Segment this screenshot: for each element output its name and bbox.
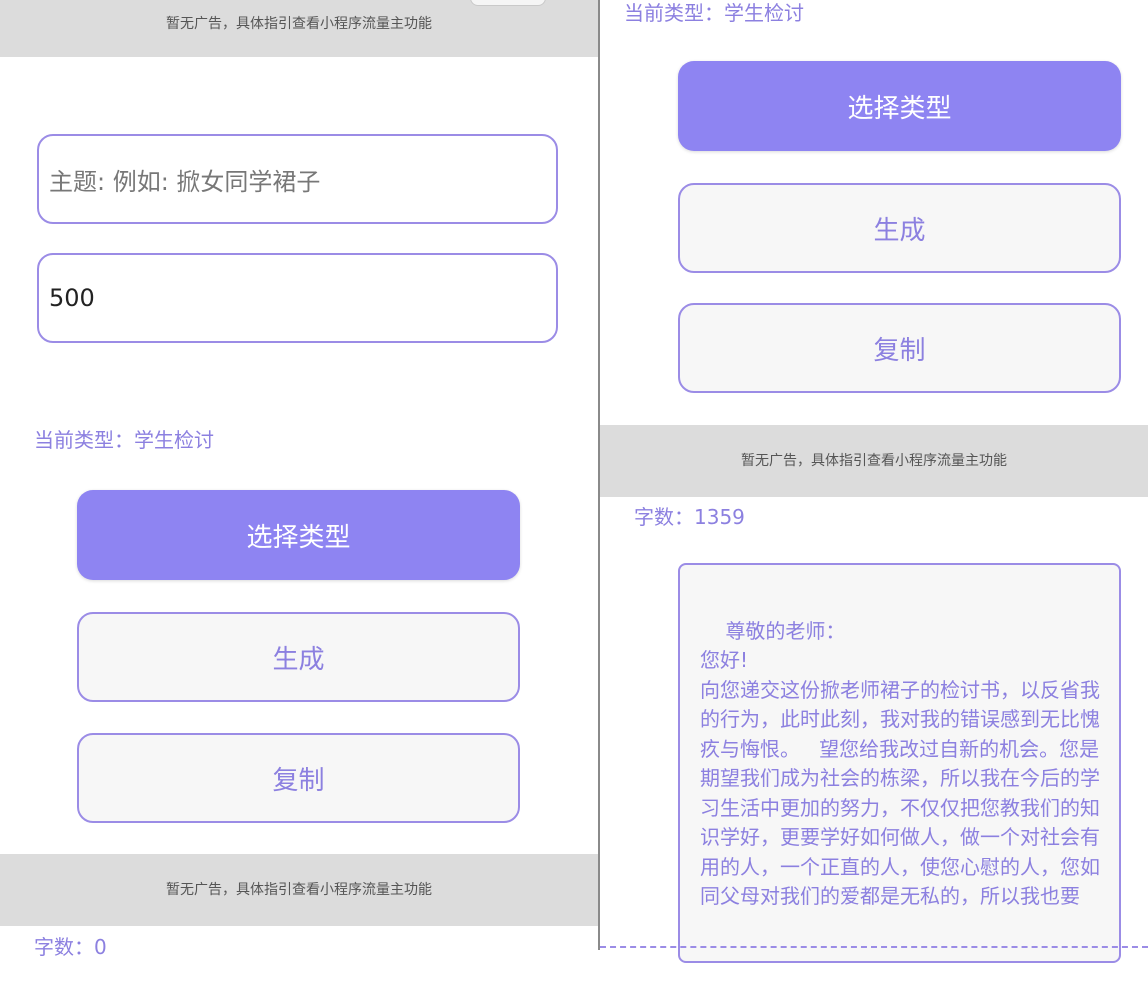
left-screen: 暂无广告，具体指引查看小程序流量主功能 主题: 例如: 掀女同学裙子 500 当… (0, 0, 598, 1000)
top-corner-button[interactable] (470, 0, 546, 6)
topic-input[interactable]: 主题: 例如: 掀女同学裙子 (37, 134, 558, 224)
select-type-button[interactable]: 选择类型 (77, 490, 520, 580)
ad-banner-text: 暂无广告，具体指引查看小程序流量主功能 (166, 882, 432, 898)
result-text-area[interactable]: 尊敬的老师： 您好! 向您递交这份掀老师裙子的检讨书，以反省我的行为，此时此刻，… (678, 563, 1121, 963)
right-screen: 当前类型：学生检讨 选择类型 生成 复制 暂无广告，具体指引查看小程序流量主功能… (600, 0, 1148, 1000)
ad-banner-bottom: 暂无广告，具体指引查看小程序流量主功能 (0, 854, 598, 926)
generate-button[interactable]: 生成 (678, 183, 1121, 273)
ad-banner-text: 暂无广告，具体指引查看小程序流量主功能 (741, 453, 1007, 469)
scroll-boundary-line (600, 946, 1148, 948)
copy-button[interactable]: 复制 (678, 303, 1121, 393)
copy-button[interactable]: 复制 (77, 733, 520, 823)
ad-banner-text: 暂无广告，具体指引查看小程序流量主功能 (166, 16, 432, 32)
current-type-label: 当前类型：学生检讨 (624, 1, 804, 25)
word-limit-input[interactable]: 500 (37, 253, 558, 343)
select-type-button[interactable]: 选择类型 (678, 61, 1121, 151)
result-text: 尊敬的老师： 您好! 向您递交这份掀老师裙子的检讨书，以反省我的行为，此时此刻，… (700, 618, 1100, 909)
ad-banner-top: 暂无广告，具体指引查看小程序流量主功能 (0, 0, 598, 57)
select-type-button-label: 选择类型 (847, 93, 952, 124)
word-count-label: 字数：1359 (634, 505, 745, 529)
copy-button-label: 复制 (873, 335, 926, 366)
select-type-button-label: 选择类型 (246, 522, 351, 553)
current-type-label: 当前类型：学生检讨 (34, 428, 214, 452)
topic-input-placeholder: 主题: 例如: 掀女同学裙子 (49, 167, 321, 196)
word-count-label: 字数：0 (34, 935, 107, 959)
word-limit-value: 500 (49, 284, 95, 312)
generate-button-label: 生成 (873, 215, 926, 246)
ad-banner: 暂无广告，具体指引查看小程序流量主功能 (600, 425, 1148, 497)
copy-button-label: 复制 (272, 765, 325, 796)
generate-button[interactable]: 生成 (77, 612, 520, 702)
generate-button-label: 生成 (272, 644, 325, 675)
